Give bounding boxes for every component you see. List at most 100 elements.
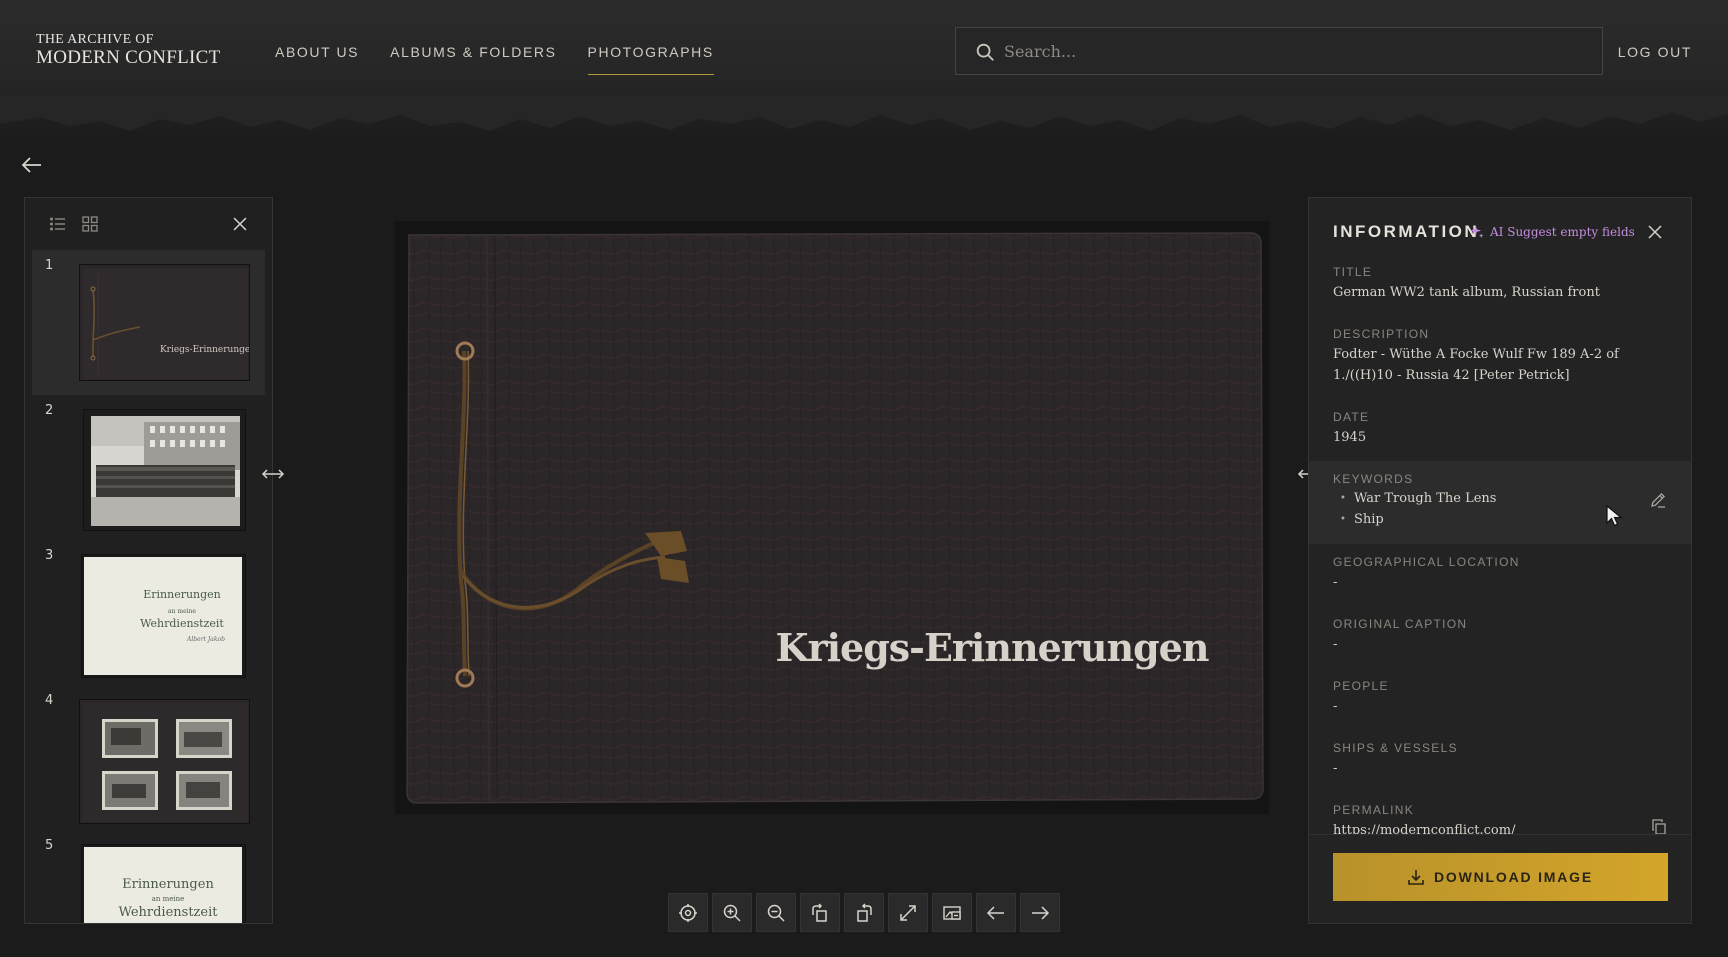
thumbnail-number: 4 [45,693,54,708]
field-value: Fodter - Wüthe A Focke Wulf Fw 189 A-2 o… [1333,347,1619,383]
download-icon [1408,870,1424,885]
thumbnail-item-5[interactable]: 5 Erinnerungen an meine Wehrdienstzeit [25,830,272,923]
title-page-line-1: Erinnerungen [122,877,214,892]
field-label: SHIPS & VESSELS [1333,741,1458,755]
field-date: DATE 1945 [1309,410,1691,448]
thumbnail-image [83,409,246,531]
close-panel-icon[interactable] [231,215,249,233]
title-page-thumb: Erinnerungen an meine Wehrdienstzeit [82,845,245,923]
download-label: DOWNLOAD IMAGE [1434,869,1593,885]
ai-suggest-button[interactable]: AI Suggest empty fields [1469,224,1635,239]
image-mode-button[interactable] [932,893,972,932]
resize-handle-left-icon[interactable] [260,466,286,482]
field-people: PEOPLE - [1309,679,1691,717]
thumbnail-image: Kriegs-Erinnerungen [79,264,250,381]
list-view-icon[interactable] [49,215,67,233]
zoom-in-icon [723,904,741,922]
field-value: 1945 [1333,430,1367,445]
thumbnail-toolbar [25,198,272,250]
arrow-left-icon [986,905,1004,920]
title-page-line-2: an meine [152,895,185,903]
information-title: INFORMATION [1333,222,1480,241]
thumbnail-number: 1 [45,258,54,273]
download-footer: DOWNLOAD IMAGE [1309,834,1691,923]
thumbnail-item-3[interactable]: 3 Erinnerungen an meine Wehrdienstzeit A… [25,540,272,685]
mouse-cursor-icon [1606,505,1623,527]
field-value: - [1333,637,1338,652]
torn-paper-edge [0,96,1728,131]
information-header: INFORMATION AI Suggest empty fields [1333,218,1671,248]
field-value: - [1333,699,1338,714]
field-label: PERMALINK [1333,803,1415,817]
information-panel: INFORMATION AI Suggest empty fields TITL… [1308,197,1692,924]
thumbnail-cover-text: Kriegs-Erinnerungen [160,345,250,355]
close-icon[interactable] [1647,224,1663,240]
thumbnail-item-2[interactable]: 2 [25,395,272,540]
fullscreen-button[interactable] [888,893,928,932]
field-label: KEYWORDS [1333,472,1414,486]
album-cover-thumb: Kriegs-Erinnerungen [80,265,250,380]
thumbnail-panel: 1 Kriegs-Erinnerungen 2 3 Erinnerungen a… [24,197,273,924]
title-page-line-2: an meine [168,608,196,615]
field-label: GEOGRAPHICAL LOCATION [1333,555,1520,569]
back-arrow-icon[interactable] [20,153,44,177]
main-nav: ABOUT US ALBUMS & FOLDERS PHOTOGRAPHS [275,44,714,75]
field-geographical-location: GEOGRAPHICAL LOCATION - [1309,555,1691,593]
nav-about-us[interactable]: ABOUT US [275,44,359,75]
title-page-thumb: Erinnerungen an meine Wehrdienstzeit Alb… [82,555,245,677]
group-photo-thumb [84,410,245,530]
thumbnail-item-4[interactable]: 4 [25,685,272,830]
field-title: TITLE German WW2 tank album, Russian fro… [1309,265,1691,303]
thumbnail-number: 2 [45,403,54,418]
previous-image-button[interactable] [976,893,1016,932]
field-value: - [1333,575,1338,590]
arrow-right-icon [1032,905,1050,920]
site-header: THE ARCHIVE OF MODERN CONFLICT ABOUT US … [0,0,1728,140]
crosshair-icon [679,903,697,922]
rotate-left-icon [812,902,827,922]
edit-pencil-icon[interactable] [1649,491,1667,509]
image-toolbar [668,893,1060,932]
zoom-in-button[interactable] [712,893,752,932]
thumbnail-image [79,699,250,824]
logo-line-2: MODERN CONFLICT [36,47,221,68]
field-label: DESCRIPTION [1333,327,1430,341]
field-value: - [1333,761,1338,776]
search-input[interactable] [1004,28,1584,74]
nav-photographs[interactable]: PHOTOGRAPHS [587,44,714,75]
expand-icon [900,904,916,921]
thumbnail-number: 5 [45,838,54,853]
copy-icon[interactable] [1651,819,1667,835]
field-label: ORIGINAL CAPTION [1333,617,1468,631]
site-logo[interactable]: THE ARCHIVE OF MODERN CONFLICT [36,32,221,68]
title-page-line-1: Erinnerungen [143,588,221,601]
title-page-line-3: Wehrdienstzeit [140,617,224,630]
ai-suggest-label: AI Suggest empty fields [1490,224,1635,239]
main-cover-text: Kriegs-Erinnerungen [776,625,1209,670]
field-description: DESCRIPTION Fodter - Wüthe A Focke Wulf … [1309,327,1691,386]
main-image-viewer[interactable]: Kriegs-Erinnerungen [395,221,1269,814]
logo-line-1: THE ARCHIVE OF [36,32,154,47]
logout-button[interactable]: LOG OUT [1618,44,1692,60]
field-value: German WW2 tank album, Russian front [1333,285,1600,300]
field-keywords[interactable]: KEYWORDS War Trough The Lens Ship [1309,461,1691,544]
next-image-button[interactable] [1020,893,1060,932]
field-label: PEOPLE [1333,679,1389,693]
nav-albums-folders[interactable]: ALBUMS & FOLDERS [390,44,556,75]
recenter-button[interactable] [668,893,708,932]
field-original-caption: ORIGINAL CAPTION - [1309,617,1691,655]
thumbnail-image: Erinnerungen an meine Wehrdienstzeit Alb… [81,554,246,678]
thumbnail-image: Erinnerungen an meine Wehrdienstzeit [81,844,246,923]
download-image-button[interactable]: DOWNLOAD IMAGE [1333,853,1668,901]
album-cover-image: Kriegs-Erinnerungen [395,221,1269,814]
zoom-out-button[interactable] [756,893,796,932]
rotate-right-button[interactable] [844,893,884,932]
zoom-out-icon [767,904,785,922]
grid-view-icon[interactable] [81,215,99,233]
title-page-line-3: Wehrdienstzeit [119,905,219,920]
rotate-right-icon [857,902,872,922]
photo-page-thumb [80,700,249,823]
thumbnail-item-1[interactable]: 1 Kriegs-Erinnerungen [32,250,265,395]
rotate-left-button[interactable] [800,893,840,932]
image-switch-icon [943,905,961,920]
